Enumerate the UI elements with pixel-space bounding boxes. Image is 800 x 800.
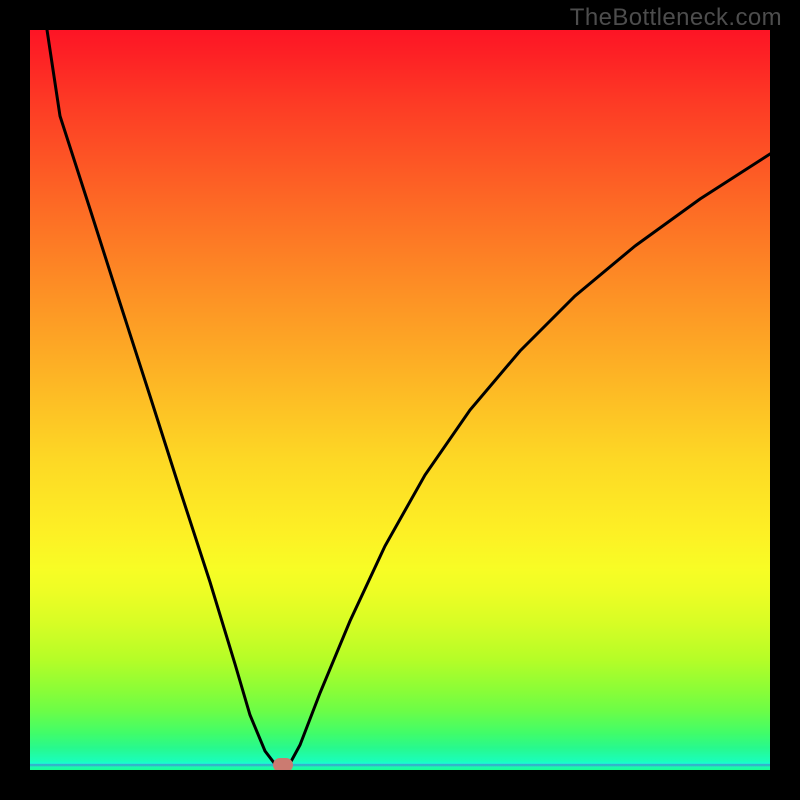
bottleneck-curve <box>44 30 770 770</box>
curve-layer <box>30 30 770 770</box>
watermark-text: TheBottleneck.com <box>570 4 782 32</box>
optimum-marker <box>273 758 293 770</box>
chart-frame: TheBottleneck.com <box>0 0 800 800</box>
plot-area <box>30 30 770 770</box>
